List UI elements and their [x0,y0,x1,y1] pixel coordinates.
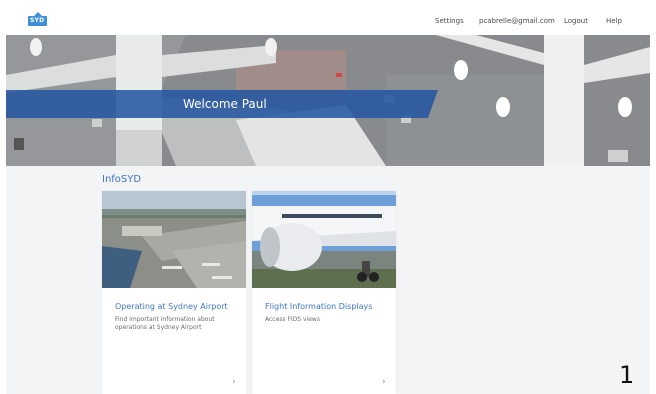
app-window: SYD Settings pcabrelle@gmail.com Logout … [6,6,650,394]
chevron-right-icon[interactable]: › [232,377,236,387]
card-title: Operating at Sydney Airport [115,302,228,311]
hero-banner: Welcome Paul [6,35,650,166]
welcome-message: Welcome Paul [183,97,267,111]
page-number: 1 [619,361,635,389]
card-image-aircraft-engine [252,191,396,288]
logo-text: SYD [30,17,45,24]
welcome-banner: Welcome Paul [6,90,438,118]
nav-logout-link[interactable]: Logout [564,16,588,26]
syd-logo-icon[interactable]: SYD [28,12,47,26]
card-description: Access FIDS views [265,316,320,323]
section-title: InfoSYD [102,174,142,185]
chevron-right-icon[interactable]: › [382,377,386,387]
card-operating-at-sydney-airport[interactable]: Operating at Sydney Airport Find importa… [102,191,246,394]
card-image-airport-aerial [102,191,246,288]
nav-help-link[interactable]: Help [606,16,622,26]
nav-settings-link[interactable]: Settings [435,16,464,26]
card-description: Find important information about operati… [115,316,215,331]
card-title: Flight Information Displays [265,302,373,311]
top-navigation-bar: SYD Settings pcabrelle@gmail.com Logout … [6,6,650,36]
nav-user-email-link[interactable]: pcabrelle@gmail.com [479,16,555,26]
card-flight-information-displays[interactable]: Flight Information Displays Access FIDS … [252,191,396,394]
